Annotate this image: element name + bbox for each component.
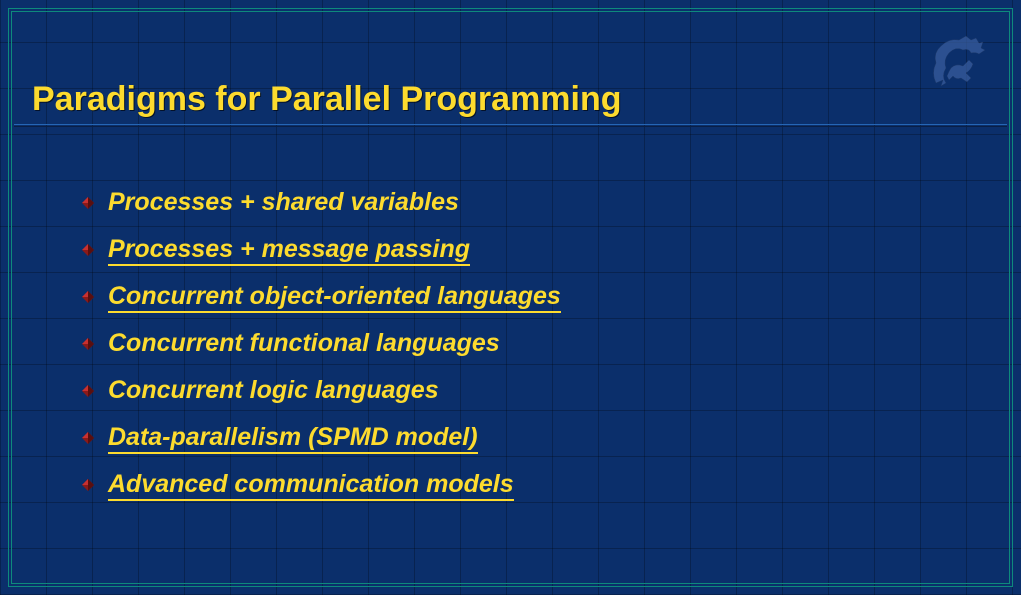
slide-title: Paradigms for Parallel Programming bbox=[32, 80, 622, 119]
bullet-icon bbox=[82, 432, 94, 444]
bullet-icon bbox=[82, 338, 94, 350]
griffin-logo bbox=[921, 28, 991, 98]
bullet-list: Processes + shared variables Processes +… bbox=[82, 188, 561, 517]
list-item-label: Concurrent object-oriented languages bbox=[108, 282, 561, 311]
list-item-label: Advanced communication models bbox=[108, 470, 514, 499]
list-item: Concurrent logic languages bbox=[82, 376, 561, 405]
list-item-label: Concurrent logic languages bbox=[108, 376, 439, 405]
list-item: Processes + message passing bbox=[82, 235, 561, 264]
list-item: Data-parallelism (SPMD model) bbox=[82, 423, 561, 452]
list-item: Processes + shared variables bbox=[82, 188, 561, 217]
bullet-icon bbox=[82, 291, 94, 303]
list-item-label: Processes + message passing bbox=[108, 235, 470, 264]
list-item-label: Concurrent functional languages bbox=[108, 329, 500, 358]
list-item: Concurrent functional languages bbox=[82, 329, 561, 358]
bullet-icon bbox=[82, 197, 94, 209]
list-item: Advanced communication models bbox=[82, 470, 561, 499]
list-item: Concurrent object-oriented languages bbox=[82, 282, 561, 311]
list-item-label: Processes + shared variables bbox=[108, 188, 459, 217]
bullet-icon bbox=[82, 244, 94, 256]
bullet-icon bbox=[82, 385, 94, 397]
title-underline bbox=[14, 124, 1007, 127]
list-item-label: Data-parallelism (SPMD model) bbox=[108, 423, 478, 452]
bullet-icon bbox=[82, 479, 94, 491]
